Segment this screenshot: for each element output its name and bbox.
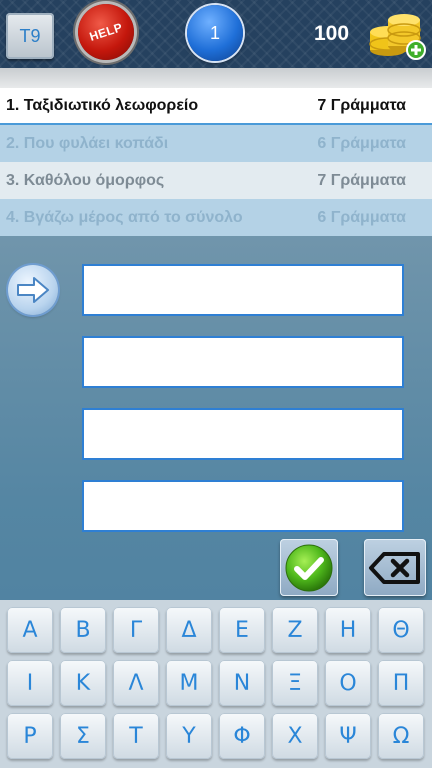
key-letter[interactable]: Δ (166, 607, 212, 653)
help-button[interactable]: HELP (78, 4, 134, 60)
key-letter[interactable]: Ζ (272, 607, 318, 653)
key-letter[interactable]: Ρ (7, 713, 53, 759)
clue-length: 7 Γράμματα (317, 96, 406, 114)
key-letter[interactable]: Ψ (325, 713, 371, 759)
clue-row[interactable]: 4. Βγάζω μέρος από το σύνολο 6 Γράμματα (0, 199, 432, 236)
key-letter[interactable]: Λ (113, 660, 159, 706)
checkmark-icon (285, 544, 333, 591)
key-letter[interactable]: Ε (219, 607, 265, 653)
clue-row[interactable]: 2. Που φυλάει κοπάδι 6 Γράμματα (0, 125, 432, 162)
key-letter[interactable]: Β (60, 607, 106, 653)
answer-field-4[interactable] (82, 480, 404, 532)
clue-length: 6 Γράμματα (317, 134, 406, 152)
confirm-button[interactable] (280, 539, 338, 596)
key-letter[interactable]: Κ (60, 660, 106, 706)
key-letter[interactable]: Ο (325, 660, 371, 706)
key-letter[interactable]: Χ (272, 713, 318, 759)
clue-row[interactable]: 1. Ταξιδιωτικό λεωφορείο 7 Γράμματα (0, 88, 432, 125)
coin-count: 100 (314, 22, 350, 45)
key-letter[interactable]: Υ (166, 713, 212, 759)
clue-list: 1. Ταξιδιωτικό λεωφορείο 7 Γράμματα 2. Π… (0, 68, 432, 236)
clue-text: 4. Βγάζω μέρος από το σύνολο (6, 208, 243, 226)
next-arrow-button[interactable] (8, 265, 58, 315)
clue-row[interactable]: 3. Καθόλου όμορφος 7 Γράμματα (0, 162, 432, 199)
key-letter[interactable]: Α (7, 607, 53, 653)
key-letter[interactable]: Η (325, 607, 371, 653)
key-letter[interactable]: Μ (166, 660, 212, 706)
key-letter[interactable]: Ξ (272, 660, 318, 706)
clue-length: 6 Γράμματα (317, 208, 406, 226)
key-letter[interactable]: Ω (378, 713, 424, 759)
key-letter[interactable]: Ι (7, 660, 53, 706)
key-letter[interactable]: Ν (219, 660, 265, 706)
key-letter[interactable]: Θ (378, 607, 424, 653)
backspace-button[interactable] (364, 539, 426, 596)
key-letter[interactable]: Γ (113, 607, 159, 653)
answer-field-3[interactable] (82, 408, 404, 460)
coins-add-icon[interactable] (364, 6, 428, 62)
level-badge: 1 (187, 5, 243, 61)
clue-text: 3. Καθόλου όμορφος (6, 171, 165, 189)
key-letter[interactable]: Τ (113, 713, 159, 759)
key-letter[interactable]: Σ (60, 713, 106, 759)
answer-field-2[interactable] (82, 336, 404, 388)
key-letter[interactable]: Π (378, 660, 424, 706)
backspace-icon (369, 551, 420, 584)
help-label: HELP (87, 20, 125, 44)
t9-button[interactable]: T9 (6, 13, 54, 59)
clue-text: 1. Ταξιδιωτικό λεωφορείο (6, 96, 199, 114)
letter-keyboard: ΑΒΓΔΕΖΗΘ ΙΚΛΜΝΞΟΠ ΡΣΤΥΦΧΨΩ (0, 600, 432, 768)
clue-text: 2. Που φυλάει κοπάδι (6, 134, 169, 152)
answer-field-1[interactable] (82, 264, 404, 316)
clue-length: 7 Γράμματα (317, 171, 406, 189)
arrow-right-icon (17, 277, 49, 303)
key-letter[interactable]: Φ (219, 713, 265, 759)
